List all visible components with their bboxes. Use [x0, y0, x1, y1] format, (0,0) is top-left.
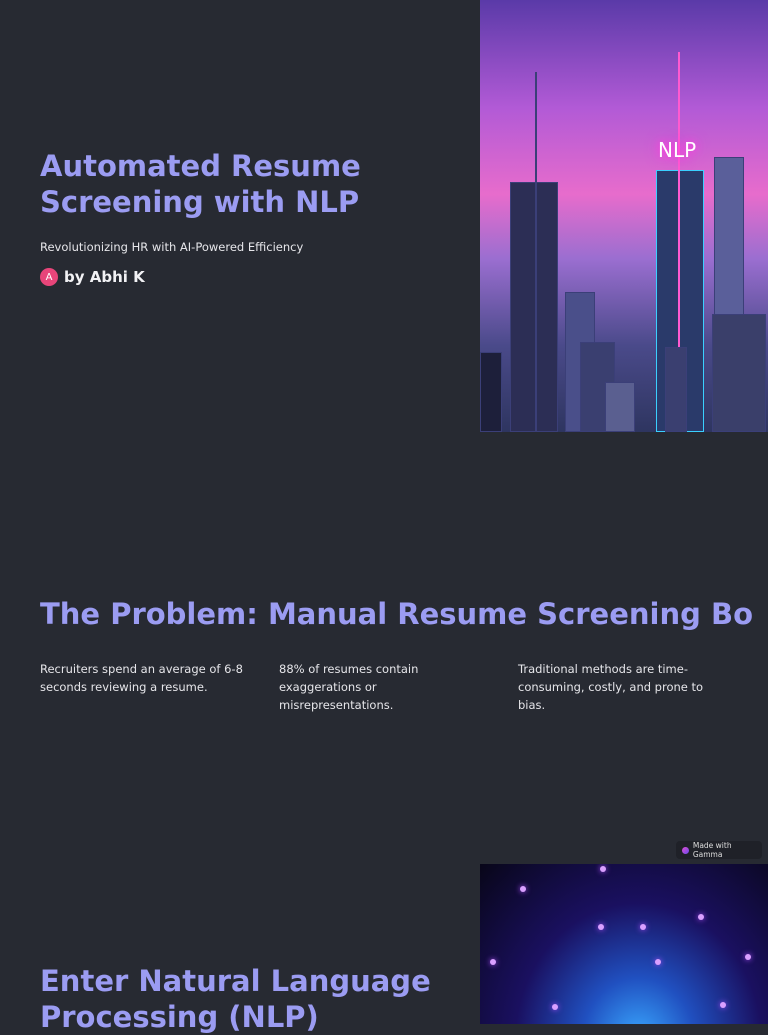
nlp-slide: Enter Natural Language Processing (NLP)	[0, 0, 768, 1034]
section-title: Enter Natural Language Processing (NLP)	[40, 964, 431, 1034]
neural-brain-image	[480, 864, 768, 1024]
